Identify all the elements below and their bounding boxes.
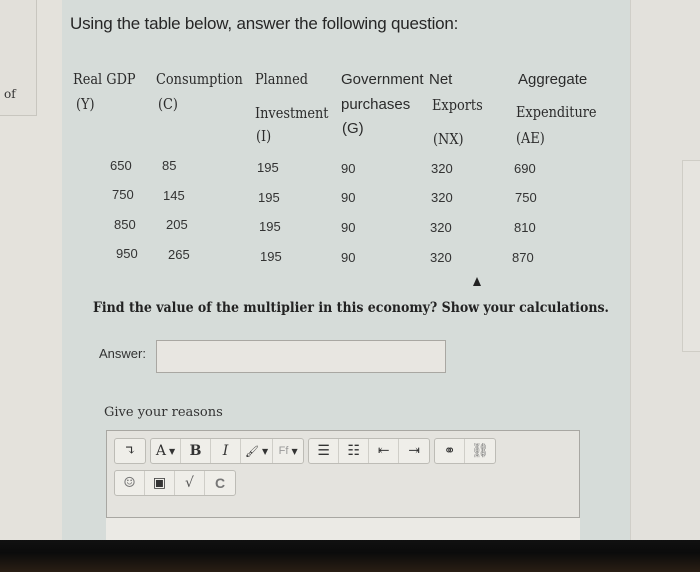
header-government-symbol: (G) [342,120,364,137]
brush-button[interactable]: 🖌 ▼ [241,439,274,463]
unlink-button[interactable]: ⛓ [465,439,495,463]
emoticon-button[interactable]: ☺ [115,471,145,495]
header-investment: Investment [255,104,329,122]
table-cell: 320 [430,220,452,235]
table-cell: 650 [110,158,132,173]
table-cell: 750 [112,187,134,202]
unordered-list-button[interactable]: ☰ [309,439,340,463]
link-button[interactable]: ⚭ [435,439,466,463]
question-text: Find the value of the multiplier in this… [93,300,609,316]
font-family-icon: Ff [278,445,289,457]
toolbar-toggle-button[interactable]: ↴ [115,439,145,463]
font-color-icon: A [155,443,166,459]
table-cell: 950 [116,246,138,261]
header-exports: Exports [432,96,483,114]
left-panel: of [0,0,63,540]
left-fragment-text: of [4,87,16,101]
font-color-button[interactable]: A ▼ [151,439,181,463]
table-cell: 90 [341,250,356,265]
table-cell: 320 [431,161,453,176]
header-planned: Planned [255,70,309,88]
table-cell: 850 [114,217,136,232]
toolbar-group-format: A ▼ B I 🖌 ▼ Ff ▼ [150,438,305,464]
bold-icon: B [189,443,202,459]
table-cell: 870 [512,250,534,265]
header-government: Government [341,71,424,88]
toolbar-group-insert: ☺ ▣ √ C [114,470,236,496]
unordered-list-icon: ☰ [317,443,330,459]
table-cell: 195 [259,219,281,234]
table-cell: 690 [514,161,536,176]
toggle-toolbar-icon: ↴ [124,443,136,459]
table-cell: 750 [515,190,537,205]
table-cell: 205 [166,217,188,232]
image-button[interactable]: ▣ [145,471,175,495]
unlink-icon: ⛓ [471,443,490,459]
italic-icon: I [222,443,229,459]
table-cell: 320 [430,250,452,265]
font-family-button[interactable]: Ff ▼ [273,439,303,463]
header-expenditure: Expenditure [516,103,597,121]
table-cell: 265 [168,247,190,262]
header-purchases: purchases [341,96,411,113]
header-consumption: Consumption [156,70,243,88]
header-ae-symbol: (AE) [516,129,545,147]
bold-button[interactable]: B [181,439,211,463]
chevron-down-icon: ▼ [168,446,176,456]
table-cell: 145 [163,188,185,203]
brush-icon: 🖌 [245,444,259,458]
monitor-bezel [0,540,700,572]
table-cell: 90 [341,190,356,205]
ordered-list-button[interactable]: ☷ [339,439,370,463]
table-cell: 195 [257,160,279,175]
outdent-icon: ⇤ [377,443,390,459]
chevron-down-icon: ▼ [291,446,298,456]
table-cell: 195 [260,249,282,264]
italic-button[interactable]: I [211,439,241,463]
square-root-icon: √ [185,475,194,491]
toolbar-group-toggle: ↴ [114,438,146,464]
rich-text-editor[interactable]: ↴ A ▼ B I 🖌 ▼ Ff ▼ ☰ ☷ ⇤ ⇥ ⚭ ⛓ ☺ ▣ √ C [106,430,580,518]
editor-toolbar-row-2: ☺ ▣ √ C [114,470,236,496]
char-map-icon: C [214,475,226,491]
answer-label: Answer: [99,346,146,361]
table-cell: 90 [341,161,356,176]
table-cell: 90 [341,220,356,235]
header-aggregate: Aggregate [518,71,588,88]
answer-input[interactable] [156,340,446,373]
reasons-label: Give your reasons [104,405,223,420]
table-cell: 320 [431,190,453,205]
outdent-button[interactable]: ⇤ [369,439,400,463]
mouse-cursor-icon [473,277,481,286]
ordered-list-icon: ☷ [347,443,360,459]
toolbar-group-links: ⚭ ⛓ [434,438,497,464]
smiley-icon: ☺ [123,475,136,491]
table-cell: 195 [258,190,280,205]
link-icon: ⚭ [443,443,456,459]
header-consumption-symbol: (C) [158,95,178,113]
chevron-down-icon: ▼ [261,446,269,456]
editor-toolbar-row-1: ↴ A ▼ B I 🖌 ▼ Ff ▼ ☰ ☷ ⇤ ⇥ ⚭ ⛓ [114,438,497,464]
reasons-textarea[interactable] [106,518,580,540]
indent-icon: ⇥ [408,443,420,459]
header-investment-symbol: (I) [256,127,272,145]
char-map-button[interactable]: C [205,471,235,495]
toolbar-group-lists: ☰ ☷ ⇤ ⇥ [308,438,431,464]
table-cell: 810 [514,220,536,235]
header-real-gdp-symbol: (Y) [76,95,95,113]
image-icon: ▣ [152,475,167,491]
table-cell: 85 [162,158,177,173]
right-side-box [682,160,700,352]
header-real-gdp: Real GDP [73,70,136,88]
indent-button[interactable]: ⇥ [399,439,429,463]
question-instructions: Using the table below, answer the follow… [70,14,459,33]
header-net: Net [429,71,453,88]
header-net-exports-symbol: (NX) [433,130,464,148]
equation-button[interactable]: √ [175,471,205,495]
